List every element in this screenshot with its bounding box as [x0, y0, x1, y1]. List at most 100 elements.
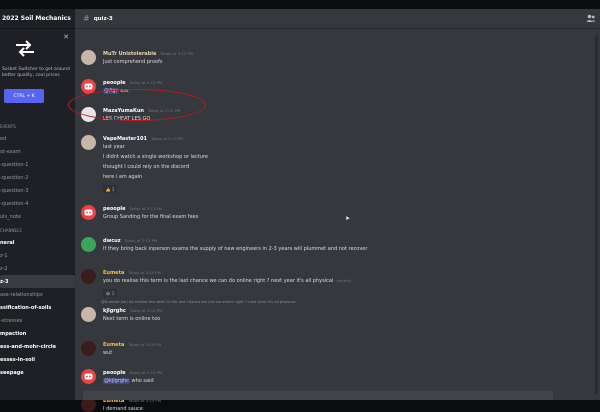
- username-text[interactable]: dwcuz: [103, 238, 121, 244]
- channel-item[interactable]: ot-exam: [0, 145, 75, 158]
- channel-label: z-2: [0, 265, 8, 272]
- message-line: Just comprehend proofs: [103, 59, 163, 65]
- channel-item[interactable]: uls_note: [0, 210, 75, 223]
- message-input[interactable]: [83, 391, 553, 400]
- server-name: 2022 Soil Mechanics: [2, 15, 71, 22]
- channel-item[interactable]: z-3: [0, 275, 75, 288]
- channel-list: EVENTS ed ot-exam -question-1 -question-2 -q…: [0, 117, 75, 379]
- avatar[interactable]: [81, 205, 96, 220]
- promo-button[interactable]: CTRL + K: [4, 89, 44, 103]
- username-text[interactable]: peoople: [103, 80, 126, 86]
- channel-item[interactable]: -question-3: [0, 184, 75, 197]
- channel-label: -question-3: [0, 187, 29, 194]
- discord-window: 2022 Soil Mechanics ⌄ ✕ Sorbet Switcher …: [0, 9, 600, 412]
- channel-item[interactable]: mpaction: [0, 327, 75, 340]
- username[interactable]: Eumeta Today at 3:14 PM: [103, 342, 161, 348]
- channel-label: ot-exam: [0, 148, 21, 155]
- switch-arrows-icon: [16, 40, 34, 57]
- red-highlight-circle: [68, 89, 206, 121]
- channel-item[interactable]: seepage: [0, 366, 75, 379]
- message-text: you do realise this term is the last cha…: [103, 278, 351, 284]
- channel-item[interactable]: ase-relationships: [0, 288, 75, 301]
- username[interactable]: peoople Today at 3:15 PM: [103, 370, 162, 376]
- timestamp: Today at 3:14 PM: [129, 308, 163, 313]
- channel-label: z-3: [0, 278, 9, 285]
- avatar[interactable]: [81, 50, 96, 65]
- channel-label: -question-1: [0, 161, 29, 168]
- category-channels[interactable]: CHANNELS: [0, 228, 75, 233]
- username[interactable]: peoople Today at 3:12 PM: [103, 80, 162, 86]
- user-mention[interactable]: @kjlgrghc: [103, 378, 130, 384]
- timestamp: Today at 3:13 PM: [129, 206, 163, 211]
- username[interactable]: MuTr Unistolerable Today at 3:12 PM: [103, 51, 193, 57]
- avatar[interactable]: [81, 341, 96, 356]
- channel-label: mpaction: [0, 330, 27, 337]
- reply-preview[interactable]: @Eumeta you do realise this term is the …: [101, 299, 296, 304]
- channel-item[interactable]: esses-in-soil: [0, 353, 75, 366]
- username[interactable]: peoople Today at 3:13 PM: [103, 206, 162, 212]
- channel-label: -stresses: [0, 317, 23, 324]
- avatar[interactable]: [81, 307, 96, 322]
- timestamp: Today at 3:14 PM: [128, 342, 161, 347]
- username[interactable]: Eumeta Today at 3:14 PM: [103, 270, 161, 276]
- channel-item[interactable]: -question-4: [0, 197, 75, 210]
- message-text: If they bring back inperson exams the su…: [103, 246, 367, 252]
- timestamp: Today at 3:12 PM: [129, 80, 163, 85]
- channel-label: ed: [0, 135, 7, 142]
- avatar[interactable]: [81, 269, 96, 284]
- channel-label: -question-2: [0, 174, 29, 181]
- username-text[interactable]: Eumeta: [103, 342, 124, 348]
- avatar[interactable]: [81, 135, 96, 150]
- close-icon[interactable]: ✕: [63, 33, 69, 41]
- message-line: Next term is online too: [103, 316, 161, 322]
- username[interactable]: VapeMaster101 Today at 3:13 PM: [103, 136, 183, 142]
- message-text: thought I could rely on the discord: [103, 164, 189, 170]
- message-line: If they bring back inperson exams the su…: [103, 246, 368, 252]
- quick-switcher-promo: ✕ Sorbet Switcher to get around better q…: [0, 29, 75, 117]
- timestamp: Today at 3:13 PM: [150, 136, 184, 141]
- server-header[interactable]: 2022 Soil Mechanics ⌄: [0, 9, 75, 29]
- username-text[interactable]: peoople: [103, 206, 126, 212]
- channel-label: esses-in-soil: [0, 356, 35, 363]
- timestamp: Today at 3:15 PM: [129, 370, 163, 375]
- channel-sidebar: 2022 Soil Mechanics ⌄ ✕ Sorbet Switcher …: [0, 9, 75, 400]
- username[interactable]: kjlgrghc Today at 3:14 PM: [103, 308, 162, 314]
- category-events[interactable]: EVENTS: [0, 124, 75, 129]
- message-line: wut: [103, 350, 113, 356]
- username-text[interactable]: MuTr Unistolerable: [103, 51, 156, 57]
- message-line: I demand sauce: [103, 406, 143, 412]
- channel-item[interactable]: ed: [0, 132, 75, 145]
- message-text: here i am again: [103, 174, 142, 180]
- channel-item[interactable]: ess-and-mohr-circle: [0, 340, 75, 353]
- message-text: Group Sanding for the final exam fees: [103, 214, 198, 220]
- channel-item[interactable]: -stresses: [0, 314, 75, 327]
- message-line: you do realise this term is the last cha…: [103, 278, 334, 284]
- message-line: Group Sanding for the final exam fees: [103, 214, 199, 220]
- channel-item[interactable]: z-1: [0, 249, 75, 262]
- channel-item[interactable]: ssification-of-soils: [0, 301, 75, 314]
- channel-label: z-1: [0, 252, 8, 259]
- avatar[interactable]: [81, 237, 96, 252]
- channel-item[interactable]: -question-2: [0, 171, 75, 184]
- timestamp: Today at 3:13 PM: [124, 238, 158, 243]
- hash-icon: #: [83, 14, 90, 23]
- members-icon[interactable]: [586, 14, 596, 23]
- channel-item[interactable]: -question-1: [0, 158, 75, 171]
- reaction-badge[interactable]: 😂 1: [103, 289, 117, 297]
- reaction-badge[interactable]: 👍 1: [103, 185, 117, 193]
- username-text[interactable]: VapeMaster101: [103, 136, 147, 142]
- username-text[interactable]: Eumeta: [103, 270, 124, 276]
- message-line: who said: [131, 378, 154, 384]
- message-line: thought I could rely on the discord: [103, 164, 190, 170]
- username-text[interactable]: peoople: [103, 370, 126, 376]
- avatar[interactable]: [81, 369, 96, 384]
- message-line: here i am again: [103, 174, 143, 180]
- scrollbar[interactable]: [595, 35, 598, 395]
- username-text[interactable]: kjlgrghc: [103, 308, 126, 314]
- channel-item[interactable]: z-2: [0, 262, 75, 275]
- channel-label: -question-4: [0, 200, 29, 207]
- channel-label: neral: [0, 239, 15, 246]
- username[interactable]: dwcuz Today at 3:13 PM: [103, 238, 157, 244]
- channel-title: quiz-3: [93, 15, 113, 22]
- channel-item[interactable]: neral: [0, 236, 75, 249]
